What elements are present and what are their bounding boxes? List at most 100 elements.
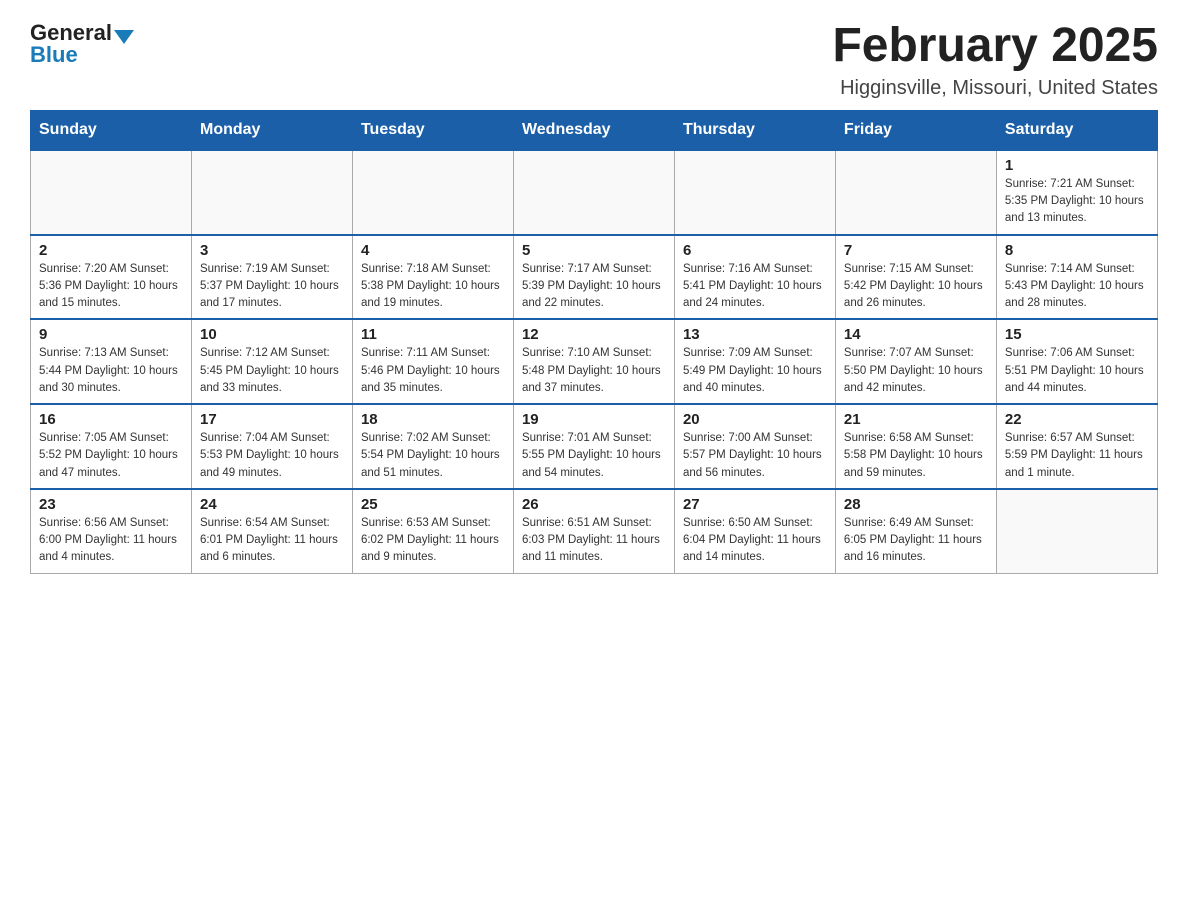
page-header: General Blue February 2025 Higginsville,… <box>30 20 1158 100</box>
day-info: Sunrise: 6:54 AM Sunset: 6:01 PM Dayligh… <box>200 515 344 567</box>
calendar-day-cell: 16 Sunrise: 7:05 AM Sunset: 5:52 PM Dayli… <box>31 404 192 489</box>
day-number: 10 <box>200 326 344 343</box>
day-number: 22 <box>1005 411 1149 428</box>
day-number: 7 <box>844 242 988 259</box>
day-info: Sunrise: 7:06 AM Sunset: 5:51 PM Dayligh… <box>1005 345 1149 397</box>
calendar-day-cell: 3 Sunrise: 7:19 AM Sunset: 5:37 PM Daylig… <box>191 235 352 320</box>
calendar-week-row: 1 Sunrise: 7:21 AM Sunset: 5:35 PM Daylig… <box>31 150 1158 235</box>
calendar-table: SundayMondayTuesdayWednesdayThursdayFrid… <box>30 110 1158 574</box>
day-number: 8 <box>1005 242 1149 259</box>
day-info: Sunrise: 7:16 AM Sunset: 5:41 PM Dayligh… <box>683 261 827 313</box>
calendar-day-cell: 26 Sunrise: 6:51 AM Sunset: 6:03 PM Dayli… <box>513 489 674 573</box>
calendar-day-cell: 4 Sunrise: 7:18 AM Sunset: 5:38 PM Daylig… <box>352 235 513 320</box>
title-block: February 2025 Higginsville, Missouri, Un… <box>832 20 1158 100</box>
calendar-day-cell <box>352 150 513 235</box>
day-number: 19 <box>522 411 666 428</box>
day-info: Sunrise: 7:21 AM Sunset: 5:35 PM Dayligh… <box>1005 176 1149 228</box>
calendar-day-cell: 27 Sunrise: 6:50 AM Sunset: 6:04 PM Dayli… <box>674 489 835 573</box>
calendar-week-row: 16 Sunrise: 7:05 AM Sunset: 5:52 PM Dayli… <box>31 404 1158 489</box>
calendar-day-cell: 13Sunrise: 7:09 AM Sunset: 5:49 PM Dayli… <box>674 319 835 404</box>
day-number: 23 <box>39 496 183 513</box>
location-subtitle: Higginsville, Missouri, United States <box>832 77 1158 100</box>
day-info: Sunrise: 6:56 AM Sunset: 6:00 PM Dayligh… <box>39 515 183 567</box>
day-number: 21 <box>844 411 988 428</box>
day-info: Sunrise: 7:12 AM Sunset: 5:45 PM Dayligh… <box>200 345 344 397</box>
day-info: Sunrise: 6:49 AM Sunset: 6:05 PM Dayligh… <box>844 515 988 567</box>
calendar-day-cell <box>835 150 996 235</box>
day-number: 12 <box>522 326 666 343</box>
day-number: 6 <box>683 242 827 259</box>
calendar-day-cell <box>513 150 674 235</box>
day-info: Sunrise: 6:51 AM Sunset: 6:03 PM Dayligh… <box>522 515 666 567</box>
day-number: 15 <box>1005 326 1149 343</box>
calendar-week-row: 2Sunrise: 7:20 AM Sunset: 5:36 PM Daylig… <box>31 235 1158 320</box>
day-of-week-header: Sunday <box>31 110 192 150</box>
day-info: Sunrise: 7:00 AM Sunset: 5:57 PM Dayligh… <box>683 430 827 482</box>
day-info: Sunrise: 7:17 AM Sunset: 5:39 PM Dayligh… <box>522 261 666 313</box>
day-number: 14 <box>844 326 988 343</box>
calendar-day-cell: 6 Sunrise: 7:16 AM Sunset: 5:41 PM Daylig… <box>674 235 835 320</box>
calendar-day-cell: 20 Sunrise: 7:00 AM Sunset: 5:57 PM Dayli… <box>674 404 835 489</box>
day-info: Sunrise: 6:57 AM Sunset: 5:59 PM Dayligh… <box>1005 430 1149 482</box>
calendar-day-cell: 5 Sunrise: 7:17 AM Sunset: 5:39 PM Daylig… <box>513 235 674 320</box>
day-number: 16 <box>39 411 183 428</box>
calendar-day-cell <box>674 150 835 235</box>
day-number: 25 <box>361 496 505 513</box>
day-number: 26 <box>522 496 666 513</box>
month-title: February 2025 <box>832 20 1158 73</box>
day-of-week-header: Thursday <box>674 110 835 150</box>
day-number: 28 <box>844 496 988 513</box>
calendar-day-cell: 18Sunrise: 7:02 AM Sunset: 5:54 PM Dayli… <box>352 404 513 489</box>
day-info: Sunrise: 6:58 AM Sunset: 5:58 PM Dayligh… <box>844 430 988 482</box>
day-number: 20 <box>683 411 827 428</box>
calendar-day-cell <box>31 150 192 235</box>
day-of-week-header: Saturday <box>996 110 1157 150</box>
calendar-header-row: SundayMondayTuesdayWednesdayThursdayFrid… <box>31 110 1158 150</box>
day-of-week-header: Friday <box>835 110 996 150</box>
calendar-day-cell: 17Sunrise: 7:04 AM Sunset: 5:53 PM Dayli… <box>191 404 352 489</box>
day-info: Sunrise: 7:05 AM Sunset: 5:52 PM Dayligh… <box>39 430 183 482</box>
calendar-day-cell <box>996 489 1157 573</box>
calendar-day-cell: 9Sunrise: 7:13 AM Sunset: 5:44 PM Daylig… <box>31 319 192 404</box>
calendar-day-cell: 15 Sunrise: 7:06 AM Sunset: 5:51 PM Dayli… <box>996 319 1157 404</box>
day-info: Sunrise: 7:15 AM Sunset: 5:42 PM Dayligh… <box>844 261 988 313</box>
day-info: Sunrise: 7:20 AM Sunset: 5:36 PM Dayligh… <box>39 261 183 313</box>
day-number: 11 <box>361 326 505 343</box>
day-number: 24 <box>200 496 344 513</box>
day-number: 3 <box>200 242 344 259</box>
calendar-day-cell: 2Sunrise: 7:20 AM Sunset: 5:36 PM Daylig… <box>31 235 192 320</box>
day-of-week-header: Tuesday <box>352 110 513 150</box>
day-info: Sunrise: 7:13 AM Sunset: 5:44 PM Dayligh… <box>39 345 183 397</box>
day-info: Sunrise: 7:04 AM Sunset: 5:53 PM Dayligh… <box>200 430 344 482</box>
day-number: 1 <box>1005 157 1149 174</box>
day-info: Sunrise: 7:09 AM Sunset: 5:49 PM Dayligh… <box>683 345 827 397</box>
day-info: Sunrise: 7:10 AM Sunset: 5:48 PM Dayligh… <box>522 345 666 397</box>
logo-blue-text: Blue <box>30 42 78 68</box>
calendar-day-cell: 25Sunrise: 6:53 AM Sunset: 6:02 PM Dayli… <box>352 489 513 573</box>
calendar-day-cell: 8Sunrise: 7:14 AM Sunset: 5:43 PM Daylig… <box>996 235 1157 320</box>
calendar-day-cell: 24 Sunrise: 6:54 AM Sunset: 6:01 PM Dayli… <box>191 489 352 573</box>
day-info: Sunrise: 7:19 AM Sunset: 5:37 PM Dayligh… <box>200 261 344 313</box>
calendar-day-cell: 7 Sunrise: 7:15 AM Sunset: 5:42 PM Daylig… <box>835 235 996 320</box>
day-info: Sunrise: 6:50 AM Sunset: 6:04 PM Dayligh… <box>683 515 827 567</box>
calendar-day-cell: 14Sunrise: 7:07 AM Sunset: 5:50 PM Dayli… <box>835 319 996 404</box>
calendar-week-row: 23 Sunrise: 6:56 AM Sunset: 6:00 PM Dayli… <box>31 489 1158 573</box>
day-info: Sunrise: 7:18 AM Sunset: 5:38 PM Dayligh… <box>361 261 505 313</box>
calendar-week-row: 9Sunrise: 7:13 AM Sunset: 5:44 PM Daylig… <box>31 319 1158 404</box>
logo: General Blue <box>30 20 134 68</box>
day-info: Sunrise: 7:01 AM Sunset: 5:55 PM Dayligh… <box>522 430 666 482</box>
calendar-day-cell <box>191 150 352 235</box>
day-number: 5 <box>522 242 666 259</box>
calendar-day-cell: 12 Sunrise: 7:10 AM Sunset: 5:48 PM Dayli… <box>513 319 674 404</box>
day-number: 18 <box>361 411 505 428</box>
calendar-day-cell: 11Sunrise: 7:11 AM Sunset: 5:46 PM Dayli… <box>352 319 513 404</box>
day-number: 27 <box>683 496 827 513</box>
calendar-day-cell: 10 Sunrise: 7:12 AM Sunset: 5:45 PM Dayli… <box>191 319 352 404</box>
calendar-day-cell: 28 Sunrise: 6:49 AM Sunset: 6:05 PM Dayli… <box>835 489 996 573</box>
calendar-day-cell: 21 Sunrise: 6:58 AM Sunset: 5:58 PM Dayli… <box>835 404 996 489</box>
day-of-week-header: Monday <box>191 110 352 150</box>
logo-arrow-icon <box>114 30 134 44</box>
calendar-day-cell: 23 Sunrise: 6:56 AM Sunset: 6:00 PM Dayli… <box>31 489 192 573</box>
calendar-day-cell: 1 Sunrise: 7:21 AM Sunset: 5:35 PM Daylig… <box>996 150 1157 235</box>
day-number: 4 <box>361 242 505 259</box>
